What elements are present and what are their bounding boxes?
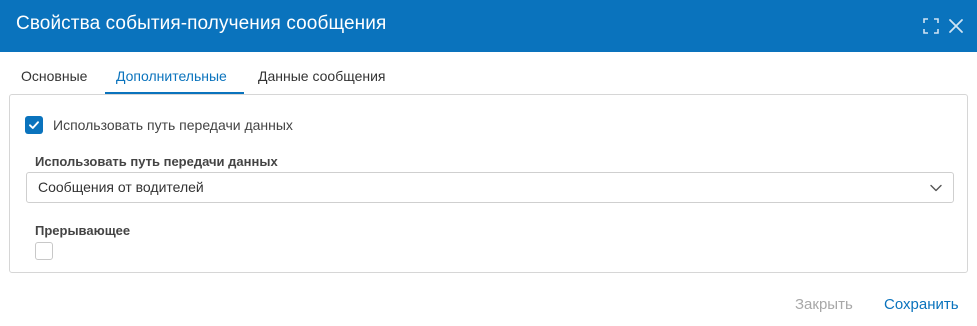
tab-content-panel: Использовать путь передачи данных Исполь… (9, 94, 968, 273)
close-button[interactable]: Закрыть (795, 296, 853, 313)
use-path-checkbox[interactable] (25, 116, 43, 134)
tab-main[interactable]: Основные (21, 68, 87, 84)
interrupting-checkbox[interactable] (35, 242, 53, 260)
tab-bar: Основные Дополнительные Данные сообщения (0, 62, 977, 95)
path-select-value: Сообщения от водителей (38, 179, 204, 195)
path-field-label: Использовать путь передачи данных (35, 154, 278, 169)
tab-additional[interactable]: Дополнительные (116, 68, 227, 84)
tab-message-data[interactable]: Данные сообщения (258, 68, 386, 84)
save-button[interactable]: Сохранить (884, 296, 959, 313)
event-properties-dialog: Свойства события-получения сообщения Осн… (0, 0, 977, 326)
dialog-title: Свойства события-получения сообщения (16, 13, 387, 34)
chevron-down-icon (930, 184, 942, 192)
check-icon (29, 121, 39, 129)
interrupting-label: Прерывающее (35, 223, 131, 238)
maximize-icon[interactable] (921, 16, 941, 36)
dialog-header: Свойства события-получения сообщения (0, 0, 977, 52)
path-select[interactable]: Сообщения от водителей (26, 172, 954, 203)
close-icon[interactable] (946, 16, 966, 36)
use-path-checkbox-label[interactable]: Использовать путь передачи данных (53, 117, 293, 133)
